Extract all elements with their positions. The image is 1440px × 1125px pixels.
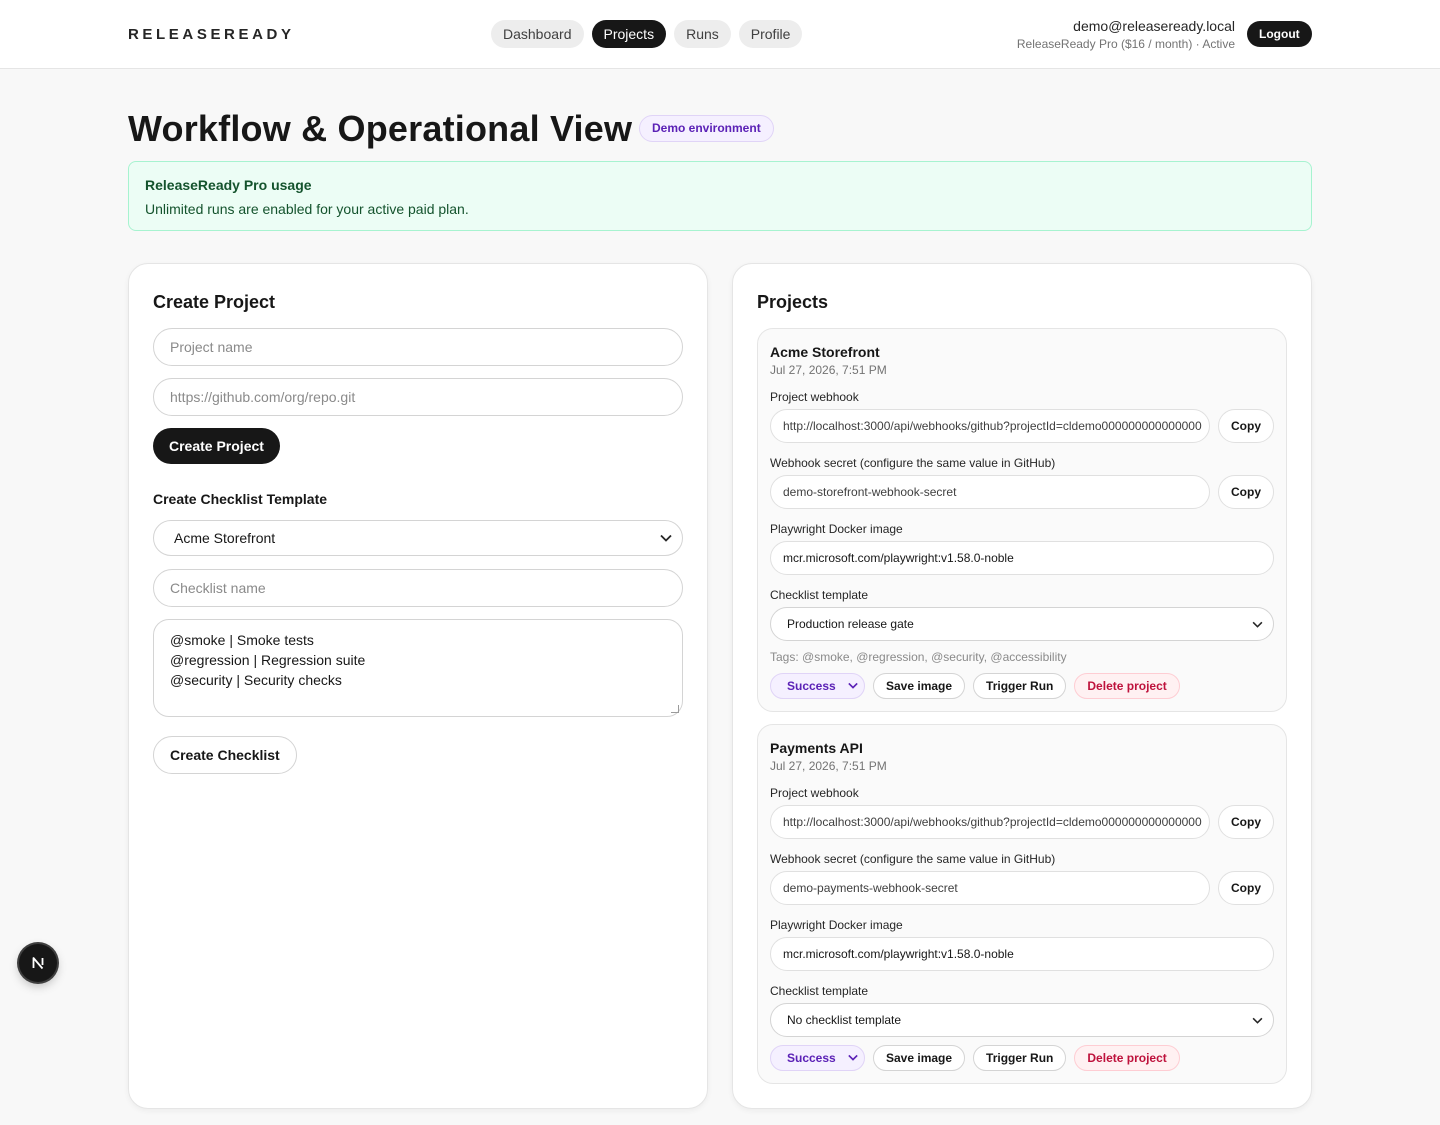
checklist-project-selected: Acme Storefront <box>174 530 276 546</box>
nextjs-logo-icon <box>32 957 44 970</box>
resize-grip-icon[interactable] <box>671 705 679 713</box>
trigger-run-button[interactable]: Trigger Run <box>973 1045 1067 1071</box>
nav-runs[interactable]: Runs <box>674 20 731 48</box>
create-checklist-title: Create Checklist Template <box>153 491 328 507</box>
chevron-down-icon <box>660 521 672 555</box>
create-project-title: Create Project <box>153 292 276 312</box>
webhook-label: Project webhook <box>770 786 859 800</box>
webhook-url-field[interactable]: http://localhost:3000/api/webhooks/githu… <box>770 409 1210 443</box>
status-select[interactable]: Success <box>770 673 865 699</box>
usage-title: ReleaseReady Pro usage <box>145 177 312 193</box>
copy-webhook-button[interactable]: Copy <box>1218 409 1274 443</box>
save-image-button[interactable]: Save image <box>873 1045 966 1071</box>
repo-url-input[interactable] <box>153 378 683 416</box>
status-selected: Success <box>787 679 836 693</box>
project-name: Acme Storefront <box>770 344 880 360</box>
checklist-template-selected: Production release gate <box>787 617 914 631</box>
checklist-item-line: @security | Security checks <box>170 672 342 688</box>
nav-dashboard[interactable]: Dashboard <box>491 20 584 48</box>
chevron-down-icon <box>1252 1004 1263 1036</box>
main-nav: Dashboard Projects Runs Profile <box>491 20 803 48</box>
project-item: Acme Storefront Jul 27, 2026, 7:51 PM Pr… <box>757 328 1287 712</box>
project-actions: Success Save image Trigger Run Delete pr… <box>770 1045 1180 1071</box>
chevron-down-icon <box>848 1046 858 1070</box>
project-date: Jul 27, 2026, 7:51 PM <box>770 363 887 377</box>
environment-badge: Demo environment <box>639 115 774 142</box>
delete-project-button[interactable]: Delete project <box>1074 673 1180 699</box>
docker-label: Playwright Docker image <box>770 918 903 932</box>
save-image-button[interactable]: Save image <box>873 673 966 699</box>
project-date: Jul 27, 2026, 7:51 PM <box>770 759 887 773</box>
projects-card: Projects Acme Storefront Jul 27, 2026, 7… <box>732 263 1312 1109</box>
nextjs-dev-badge[interactable] <box>19 944 57 982</box>
checklist-project-select[interactable]: Acme Storefront <box>153 520 683 556</box>
chevron-down-icon <box>848 674 858 698</box>
copy-webhook-button[interactable]: Copy <box>1218 805 1274 839</box>
projects-title: Projects <box>757 292 829 312</box>
checklist-items-textarea[interactable]: @smoke | Smoke tests @regression | Regre… <box>153 619 683 717</box>
webhook-url-field[interactable]: http://localhost:3000/api/webhooks/githu… <box>770 805 1210 839</box>
docker-image-input[interactable]: mcr.microsoft.com/playwright:v1.58.0-nob… <box>770 541 1274 575</box>
user-plan: ReleaseReady Pro ($16 / month) · Active <box>1016 37 1235 51</box>
copy-secret-button[interactable]: Copy <box>1218 871 1274 905</box>
status-selected: Success <box>787 1051 836 1065</box>
project-name: Payments API <box>770 740 863 756</box>
webhook-secret-field[interactable]: demo-payments-webhook-secret <box>770 871 1210 905</box>
project-tags: Tags: @smoke, @regression, @security, @a… <box>770 650 1067 664</box>
secret-label: Webhook secret (configure the same value… <box>770 456 1056 470</box>
create-checklist-button[interactable]: Create Checklist <box>153 736 297 774</box>
nav-projects[interactable]: Projects <box>591 20 667 48</box>
usage-text: Unlimited runs are enabled for your acti… <box>145 201 469 217</box>
nav-profile[interactable]: Profile <box>738 20 803 48</box>
docker-image-input[interactable]: mcr.microsoft.com/playwright:v1.58.0-nob… <box>770 937 1274 971</box>
webhook-label: Project webhook <box>770 390 859 404</box>
checklist-name-input[interactable] <box>153 569 683 607</box>
secret-label: Webhook secret (configure the same value… <box>770 852 1056 866</box>
user-info: demo@releaseready.local ReleaseReady Pro… <box>1017 18 1235 52</box>
page-title: Workflow & Operational View <box>128 108 633 149</box>
checklist-label: Checklist template <box>770 984 869 998</box>
create-project-card: Create Project Create Project Create Che… <box>128 263 708 1109</box>
top-navigation-bar: RELEASEREADY Dashboard Projects Runs Pro… <box>0 0 1440 69</box>
docker-label: Playwright Docker image <box>770 522 903 536</box>
checklist-template-selected: No checklist template <box>787 1013 902 1027</box>
checklist-template-select[interactable]: Production release gate <box>770 607 1274 641</box>
checklist-item-line: @smoke | Smoke tests <box>170 632 314 648</box>
webhook-secret-field[interactable]: demo-storefront-webhook-secret <box>770 475 1210 509</box>
trigger-run-button[interactable]: Trigger Run <box>973 673 1067 699</box>
checklist-label: Checklist template <box>770 588 869 602</box>
project-actions: Success Save image Trigger Run Delete pr… <box>770 673 1180 699</box>
checklist-template-select[interactable]: No checklist template <box>770 1003 1274 1037</box>
logout-button[interactable]: Logout <box>1247 21 1312 47</box>
user-email: demo@releaseready.local <box>1073 18 1235 34</box>
project-item: Payments API Jul 27, 2026, 7:51 PM Proje… <box>757 724 1287 1084</box>
delete-project-button[interactable]: Delete project <box>1074 1045 1180 1071</box>
copy-secret-button[interactable]: Copy <box>1218 475 1274 509</box>
create-project-button[interactable]: Create Project <box>153 428 280 464</box>
checklist-item-line: @regression | Regression suite <box>170 652 366 668</box>
status-select[interactable]: Success <box>770 1045 865 1071</box>
brand-logo[interactable]: RELEASEREADY <box>128 26 295 43</box>
project-name-input[interactable] <box>153 328 683 366</box>
chevron-down-icon <box>1252 608 1263 640</box>
usage-banner: ReleaseReady Pro usage Unlimited runs ar… <box>128 161 1312 231</box>
